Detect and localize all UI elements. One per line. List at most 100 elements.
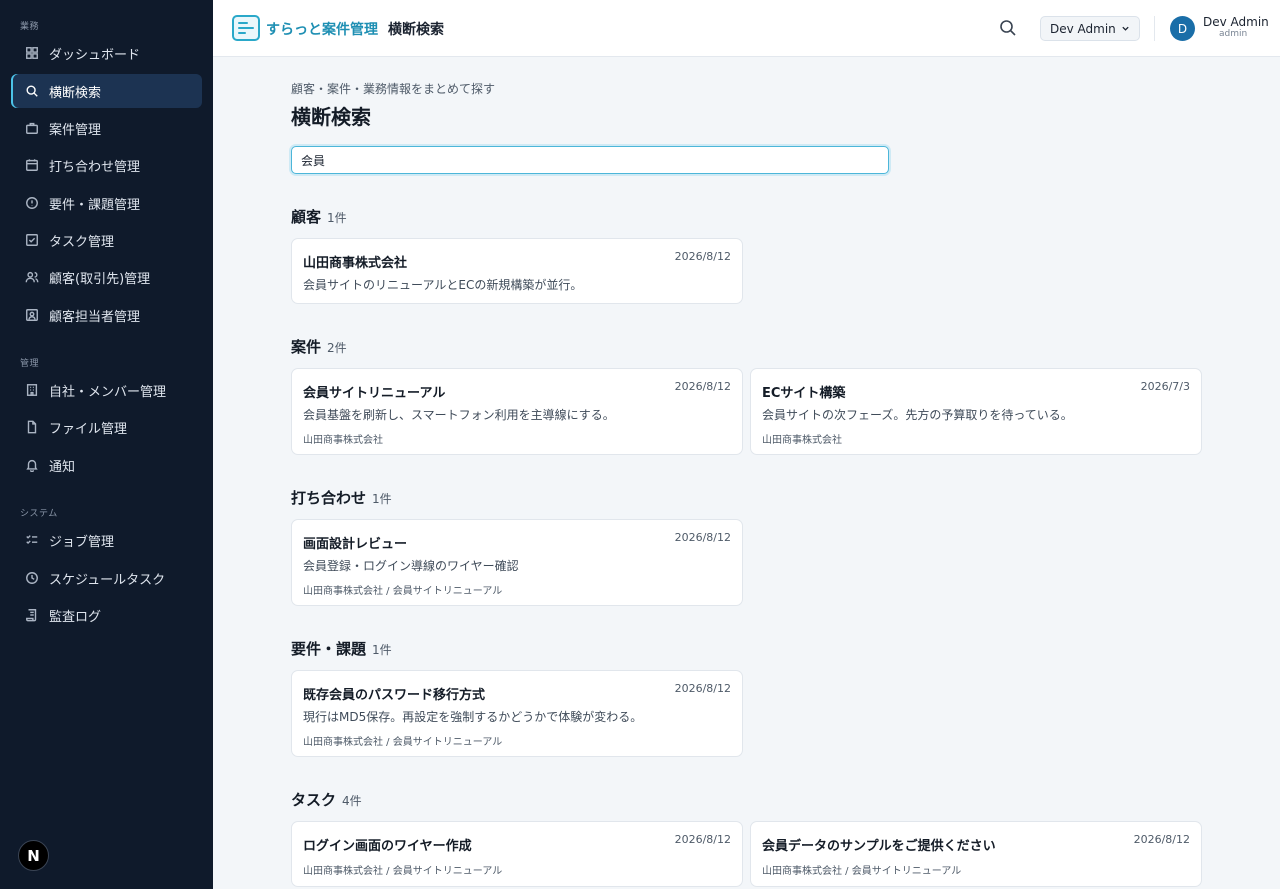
search-input[interactable] — [291, 146, 889, 174]
card-context: 山田商事株式会社 / 会員サイトリニューアル — [762, 866, 962, 877]
section-count: 2件 — [327, 341, 347, 355]
sidebar-item-requirements[interactable]: 要件・課題管理 — [11, 186, 202, 220]
checkbox-icon — [24, 232, 40, 248]
sidebar-item-label: 打ち合わせ管理 — [49, 159, 141, 175]
alert-circle-icon — [24, 195, 40, 211]
sidebar-item-label: 要件・課題管理 — [49, 197, 141, 213]
section-title-text: 打ち合わせ — [291, 489, 367, 507]
sidebar-item-dashboard[interactable]: ダッシュボード — [11, 36, 202, 70]
briefcase-icon — [24, 120, 40, 136]
card-date: 2026/8/12 — [674, 682, 731, 695]
section-title-text: 案件 — [291, 338, 322, 356]
header-divider — [1154, 16, 1155, 41]
section-count: 1件 — [327, 211, 347, 225]
page-title: 横断検索 — [291, 105, 371, 129]
section-title-projects: 案件 2件 — [291, 336, 347, 357]
card-title: 既存会員のパスワード移行方式 — [303, 688, 486, 703]
card-title: 画面設計レビュー — [303, 537, 408, 552]
result-card[interactable]: 山田商事株式会社 2026/8/12 会員サイトのリニューアルとECの新規構築が… — [291, 238, 743, 304]
sidebar-item-label: 顧客(取引先)管理 — [49, 271, 151, 287]
card-title: 山田商事株式会社 — [303, 256, 408, 271]
sidebar-item-scheduled[interactable]: スケジュールタスク — [11, 561, 202, 595]
card-date: 2026/8/12 — [674, 380, 731, 393]
section-title-text: 顧客 — [291, 208, 322, 226]
result-card[interactable]: ログイン画面のワイヤー作成 2026/8/12 山田商事株式会社 / 会員サイト… — [291, 821, 743, 887]
sidebar-item-label: タスク管理 — [49, 234, 115, 250]
list-check-icon — [24, 532, 40, 548]
section-title-text: タスク — [291, 791, 337, 809]
user-name: Dev Admin — [1203, 15, 1269, 29]
card-title: 会員サイトリニューアル — [303, 386, 446, 401]
search-icon[interactable] — [999, 19, 1017, 37]
search-icon — [24, 83, 40, 99]
sidebar-section-label: 業務 — [20, 22, 40, 32]
section-title-text: 要件・課題 — [291, 640, 367, 658]
sidebar-item-label: ダッシュボード — [49, 47, 141, 63]
sidebar-section-label: 管理 — [20, 359, 40, 369]
sidebar-section-label: システム — [20, 509, 58, 519]
sidebar-item-tasks[interactable]: タスク管理 — [11, 223, 202, 257]
users-icon — [24, 269, 40, 285]
section-title-tasks: タスク 4件 — [291, 789, 362, 810]
section-count: 1件 — [372, 643, 392, 657]
contact-icon — [24, 307, 40, 323]
result-card[interactable]: 画面設計レビュー 2026/8/12 会員登録・ログイン導線のワイヤー確認 山田… — [291, 519, 743, 606]
sidebar-item-files[interactable]: ファイル管理 — [11, 410, 202, 444]
card-date: 2026/7/3 — [1140, 380, 1190, 393]
section-title-meetings: 打ち合わせ 1件 — [291, 487, 392, 508]
sidebar-item-label: 顧客担当者管理 — [49, 309, 141, 325]
sidebar-item-meetings[interactable]: 打ち合わせ管理 — [11, 148, 202, 182]
dashboard-icon — [24, 45, 40, 61]
nextjs-badge[interactable]: N — [18, 840, 49, 871]
chevron-down-icon — [1122, 26, 1129, 31]
result-card[interactable]: ECサイト構築 2026/7/3 会員サイトの次フェーズ。先方の予算取りを待って… — [750, 368, 1202, 455]
sidebar-item-label: 通知 — [49, 459, 76, 475]
clock-icon — [24, 570, 40, 586]
sidebar-item-customers[interactable]: 顧客(取引先)管理 — [11, 260, 202, 294]
card-title: ECサイト構築 — [762, 386, 846, 401]
user-switch-select[interactable]: Dev Admin — [1040, 16, 1140, 41]
card-context: 山田商事株式会社 — [762, 435, 842, 446]
card-date: 2026/8/12 — [1133, 833, 1190, 846]
section-title-requirements: 要件・課題 1件 — [291, 638, 392, 659]
building-icon — [24, 382, 40, 398]
card-date: 2026/8/12 — [674, 250, 731, 263]
sidebar-item-label: ジョブ管理 — [49, 534, 115, 550]
card-description: 会員登録・ログイン導線のワイヤー確認 — [303, 559, 519, 573]
sidebar-item-members[interactable]: 自社・メンバー管理 — [11, 373, 202, 407]
scroll-icon — [24, 607, 40, 623]
sidebar-item-audit[interactable]: 監査ログ — [11, 598, 202, 632]
sidebar-item-contacts[interactable]: 顧客担当者管理 — [11, 298, 202, 332]
sidebar-item-notifications[interactable]: 通知 — [11, 448, 202, 482]
sidebar-item-jobs[interactable]: ジョブ管理 — [11, 523, 202, 557]
sidebar-item-label: 自社・メンバー管理 — [49, 384, 167, 400]
sidebar-item-projects[interactable]: 案件管理 — [11, 111, 202, 145]
result-card[interactable]: 既存会員のパスワード移行方式 2026/8/12 現行はMD5保存。再設定を強制… — [291, 670, 743, 757]
avatar[interactable]: D — [1170, 16, 1195, 41]
card-context: 山田商事株式会社 / 会員サイトリニューアル — [303, 586, 503, 597]
card-date: 2026/8/12 — [674, 531, 731, 544]
result-card[interactable]: 会員データのサンプルをご提供ください 2026/8/12 山田商事株式会社 / … — [750, 821, 1202, 887]
top-header: すらっと案件管理 横断検索 Dev Admin D Dev Admin admi… — [213, 0, 1280, 57]
section-count: 1件 — [372, 492, 392, 506]
file-icon — [24, 419, 40, 435]
brand-name[interactable]: すらっと案件管理 — [266, 19, 378, 39]
user-select-value: Dev Admin — [1050, 21, 1116, 36]
card-title: 会員データのサンプルをご提供ください — [762, 839, 996, 854]
section-count: 4件 — [342, 794, 362, 808]
card-context: 山田商事株式会社 / 会員サイトリニューアル — [303, 866, 503, 877]
card-description: 会員基盤を刷新し、スマートフォン利用を主導線にする。 — [303, 408, 615, 422]
section-title-customers: 顧客 1件 — [291, 206, 347, 227]
user-role: admin — [1219, 29, 1248, 39]
header-page-title: 横断検索 — [388, 22, 444, 38]
card-description: 会員サイトのリニューアルとECの新規構築が並行。 — [303, 278, 583, 292]
sidebar-item-label: 案件管理 — [49, 122, 102, 138]
result-card[interactable]: 会員サイトリニューアル 2026/8/12 会員基盤を刷新し、スマートフォン利用… — [291, 368, 743, 455]
sidebar: 業務 ダッシュボード 横断検索 案件管理 打ち合わせ管理 要件・課題管理 タスク… — [0, 0, 213, 889]
sidebar-item-label: 横断検索 — [49, 85, 102, 101]
sidebar-item-label: スケジュールタスク — [49, 572, 166, 588]
card-date: 2026/8/12 — [674, 833, 731, 846]
sidebar-item-label: ファイル管理 — [49, 421, 128, 437]
sidebar-item-search[interactable]: 横断検索 — [11, 74, 202, 108]
page-subtitle: 顧客・案件・業務情報をまとめて探す — [291, 82, 496, 96]
